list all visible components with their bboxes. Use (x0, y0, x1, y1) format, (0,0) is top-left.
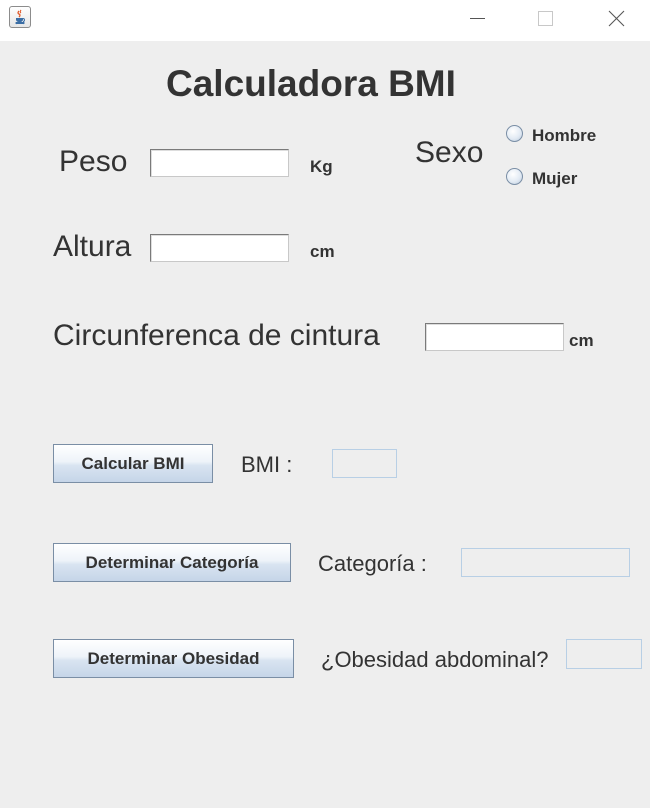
bmi-label: BMI : (241, 452, 293, 477)
minimize-button[interactable] (453, 0, 499, 38)
calcular-bmi-button[interactable]: Calcular BMI (53, 444, 213, 483)
mujer-radio[interactable] (506, 168, 523, 185)
peso-unit: Kg (310, 157, 333, 176)
obesidad-result (566, 639, 642, 669)
cintura-unit: cm (569, 331, 594, 350)
peso-label: Peso (59, 145, 128, 178)
cintura-label: Circunferenca de cintura (53, 319, 380, 352)
peso-input[interactable] (150, 149, 289, 177)
categoria-result (461, 548, 630, 577)
java-coffee-cup-icon[interactable] (9, 6, 31, 28)
sexo-label: Sexo (415, 136, 484, 169)
cintura-input[interactable] (425, 323, 564, 351)
maximize-icon (538, 11, 553, 26)
hombre-radio[interactable] (506, 125, 523, 142)
hombre-label[interactable]: Hombre (532, 127, 596, 144)
altura-input[interactable] (150, 234, 289, 262)
title-bar (0, 0, 650, 41)
maximize-button[interactable] (522, 0, 568, 38)
close-icon (608, 10, 625, 27)
bmi-result (332, 449, 397, 478)
close-button[interactable] (593, 0, 639, 38)
page-title: Calculadora BMI (166, 63, 456, 104)
determinar-obesidad-button[interactable]: Determinar Obesidad (53, 639, 294, 678)
obesidad-label: ¿Obesidad abdominal? (321, 647, 549, 672)
altura-unit: cm (310, 242, 335, 261)
mujer-label[interactable]: Mujer (532, 170, 577, 187)
minimize-icon (470, 18, 485, 19)
determinar-categoria-button[interactable]: Determinar Categoría (53, 543, 291, 582)
categoria-label: Categoría : (318, 551, 427, 576)
altura-label: Altura (53, 230, 132, 263)
